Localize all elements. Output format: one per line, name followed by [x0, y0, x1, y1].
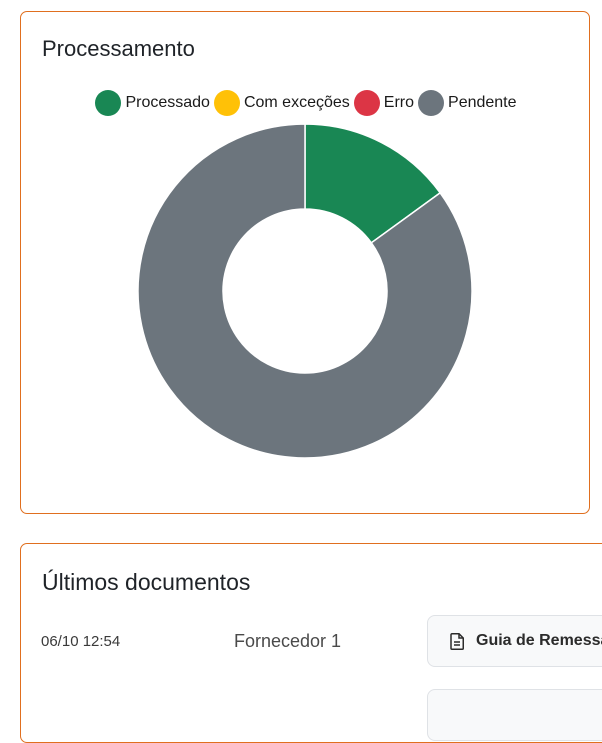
legend-label-pendente: Pendente — [448, 94, 517, 111]
legend-item-erro[interactable]: Erro — [353, 90, 415, 116]
documents-card: Últimos documentos 06/10 12:54 Fornecedo… — [20, 543, 602, 743]
document-row — [21, 689, 602, 743]
legend-label-erro: Erro — [383, 94, 415, 111]
documents-title: Últimos documentos — [42, 569, 251, 595]
chart-legend: Processado Com exceções Erro Pendente — [21, 90, 591, 116]
legend-swatch-processado — [95, 90, 122, 116]
legend-swatch-pendente — [418, 90, 445, 116]
processing-title: Processamento — [42, 36, 195, 61]
document-date: 06/10 12:54 — [41, 633, 121, 650]
document-row: 06/10 12:54 Fornecedor 1 Guia de Remessa — [21, 615, 602, 669]
processing-donut-chart — [138, 124, 472, 458]
file-text-icon — [450, 632, 464, 650]
legend-swatch-com-excecoes — [213, 90, 240, 116]
document-open-button[interactable] — [427, 689, 602, 741]
legend-item-processado[interactable]: Processado — [95, 90, 210, 116]
legend-label-com-excecoes: Com exceções — [243, 94, 350, 111]
legend-swatch-erro — [353, 90, 380, 116]
document-type-label: Guia de Remessa — [476, 632, 602, 649]
document-supplier: Fornecedor 1 — [234, 631, 342, 651]
legend-label-processado: Processado — [125, 94, 210, 111]
document-open-button[interactable]: Guia de Remessa — [427, 615, 602, 667]
legend-item-com-excecoes[interactable]: Com exceções — [213, 90, 350, 116]
processing-card: Processamento Processado Com exceções Er… — [20, 11, 590, 514]
legend-item-pendente[interactable]: Pendente — [418, 90, 517, 116]
